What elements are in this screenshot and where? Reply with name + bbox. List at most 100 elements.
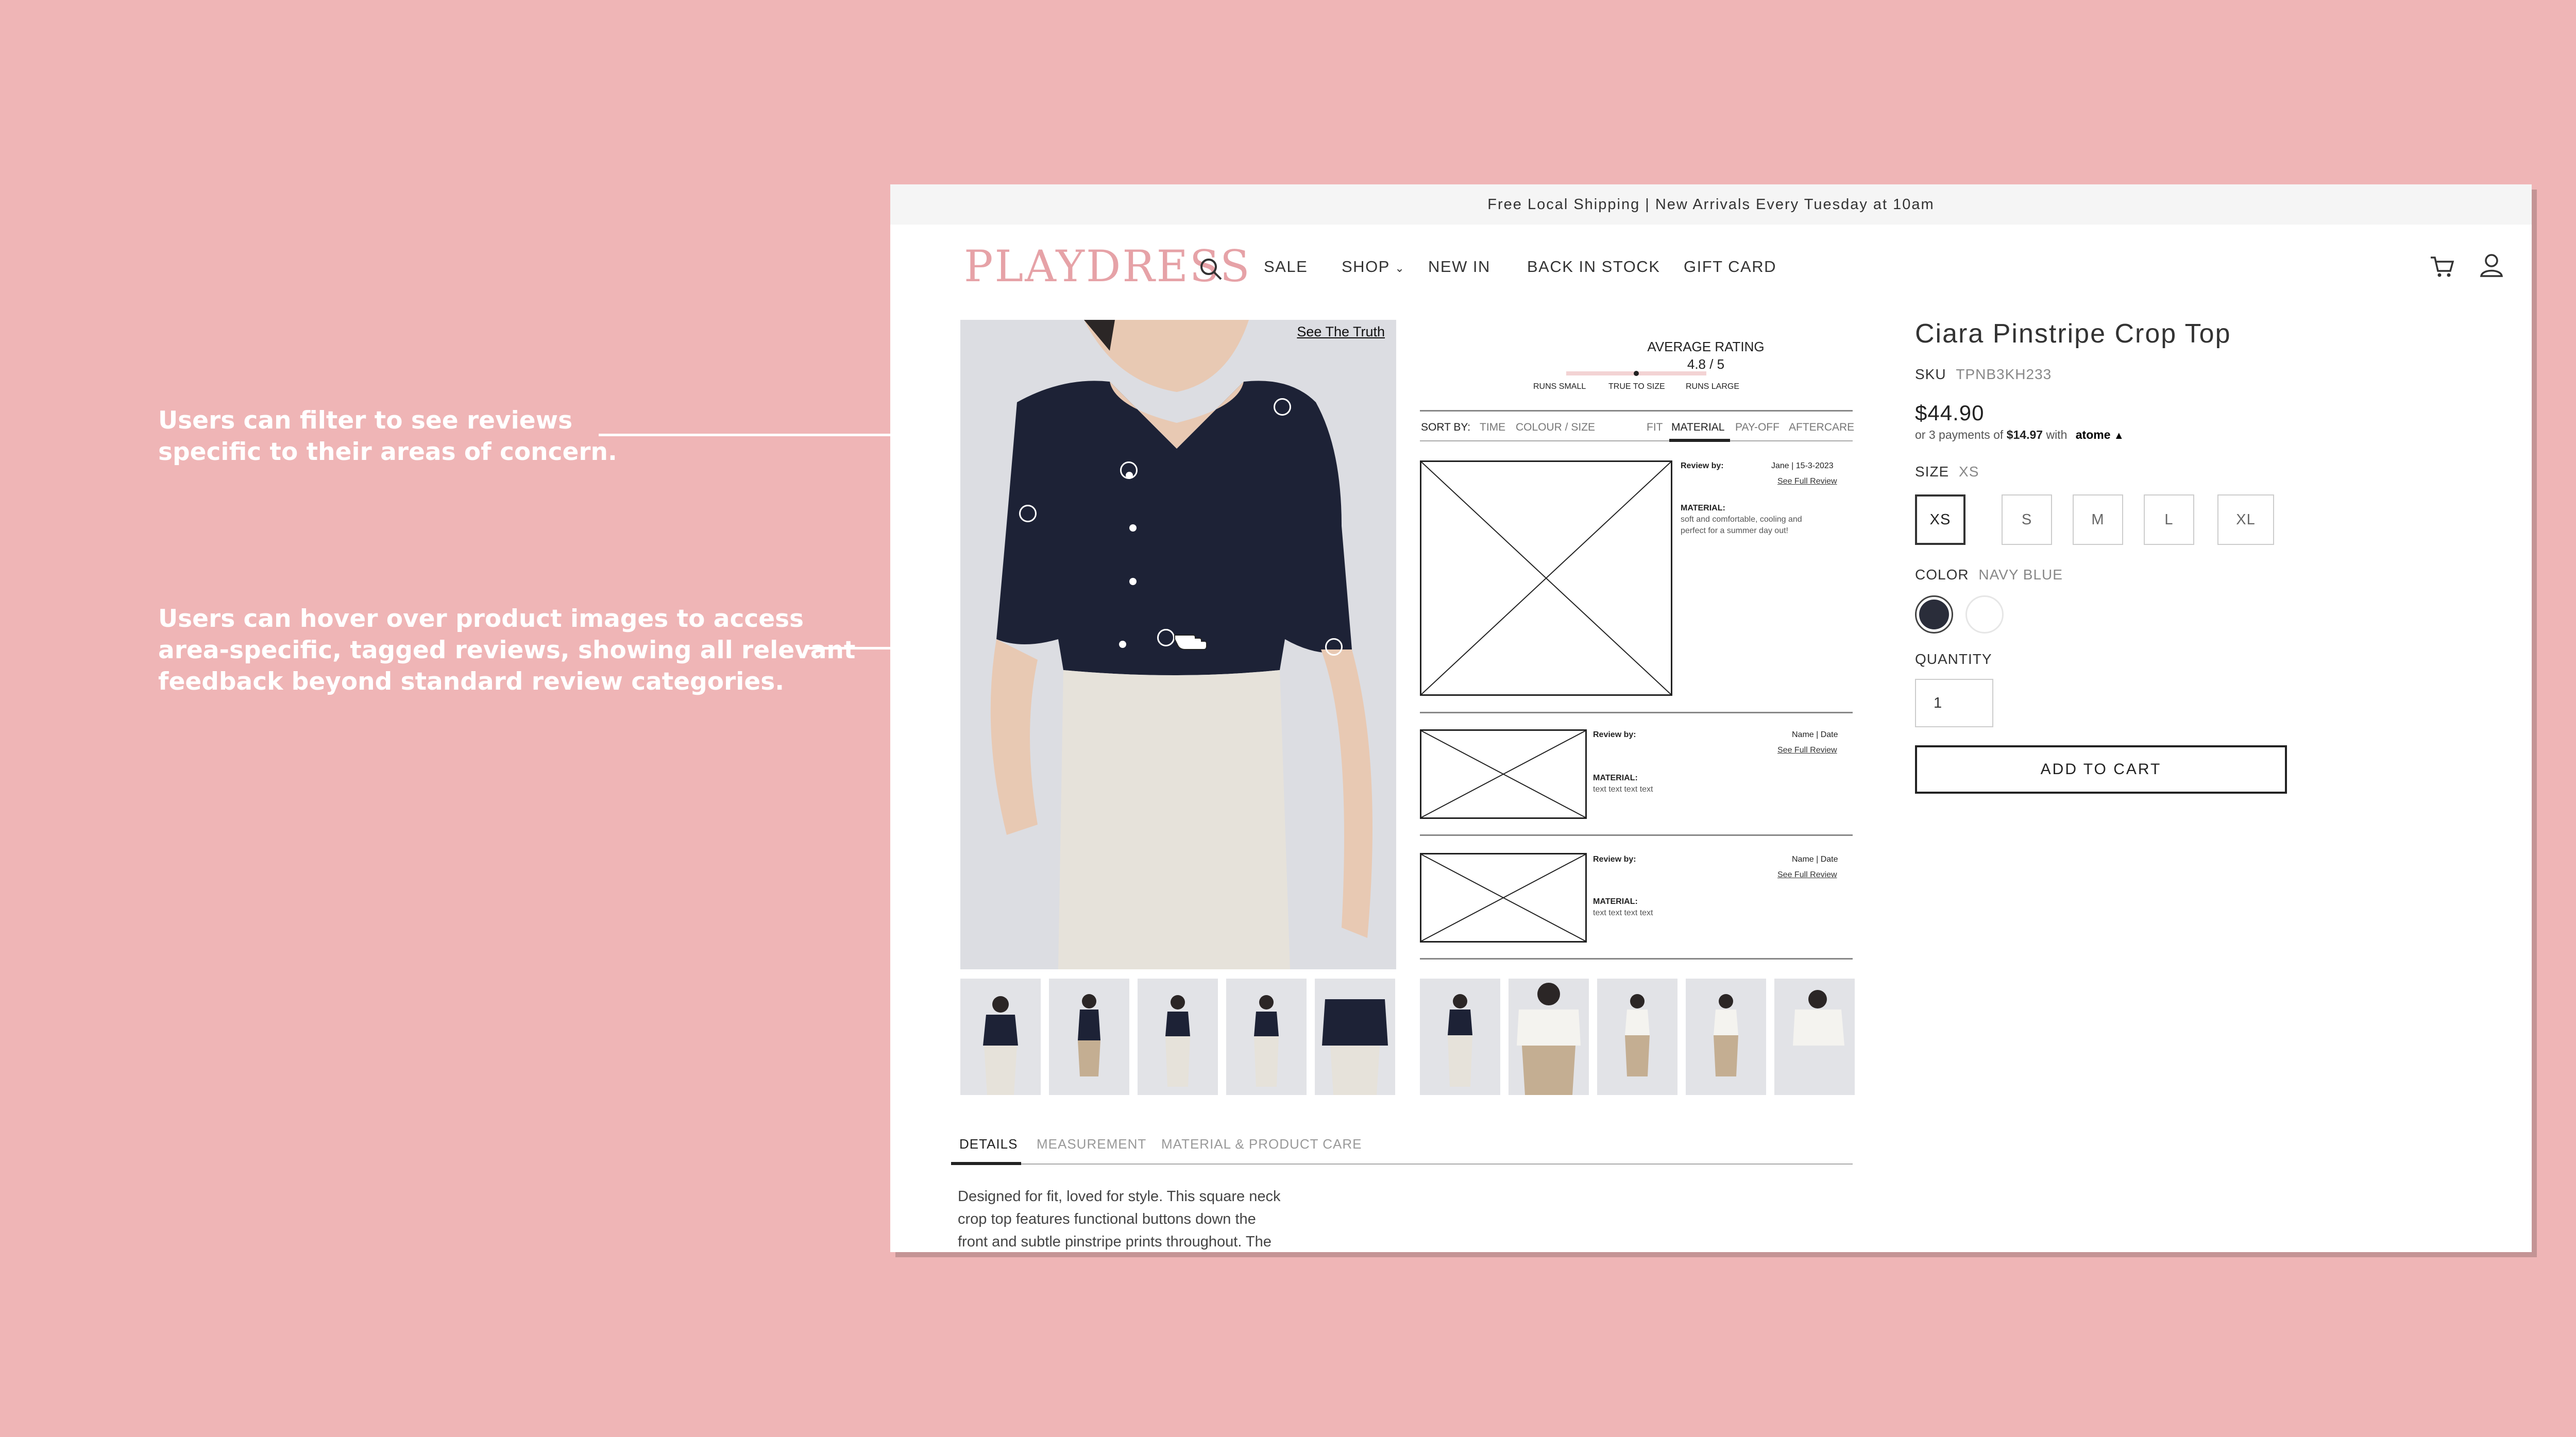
size-option-l[interactable]: L <box>2144 494 2194 545</box>
filter-fit[interactable]: FIT <box>1647 421 1663 434</box>
filter-material[interactable]: MATERIAL <box>1671 421 1724 434</box>
review-tag: MATERIAL: <box>1681 504 1725 512</box>
annotation-line: specific to their areas of concern. <box>158 438 617 466</box>
color-label: COLOR NAVY BLUE <box>1915 567 2063 583</box>
size-option-m[interactable]: M <box>2073 494 2123 545</box>
search-icon[interactable] <box>1198 256 1223 281</box>
add-to-cart-button[interactable]: ADD TO CART <box>1915 745 2287 794</box>
average-rating-title: AVERAGE RATING <box>1647 339 1765 354</box>
description-line: front and subtle pinstripe prints throug… <box>958 1234 1272 1250</box>
price: $44.90 <box>1915 401 1985 425</box>
product-description: Designed for fit, loved for style. This … <box>958 1185 1318 1252</box>
review-by-label: Review by: <box>1681 461 1724 470</box>
nav-new-in[interactable]: NEW IN <box>1428 258 1490 276</box>
fit-slider-marker <box>1634 371 1639 376</box>
active-filter-indicator <box>1669 439 1730 442</box>
review-photo-thumbnail[interactable] <box>1509 979 1589 1095</box>
review-hotspot[interactable] <box>1157 629 1175 646</box>
average-rating-value: 4.8 / 5 <box>1687 356 1725 372</box>
tab-material-product-care[interactable]: MATERIAL & PRODUCT CARE <box>1161 1136 1362 1152</box>
quantity-input[interactable]: 1 <box>1915 679 1993 727</box>
description-line: crop top features functional buttons dow… <box>958 1211 1256 1227</box>
nav-shop[interactable]: SHOP ⌄ <box>1342 258 1405 276</box>
nav-gift-card[interactable]: GIFT CARD <box>1684 258 1776 276</box>
account-icon[interactable] <box>2478 252 2505 279</box>
annotation-filter: Users can filter to see reviews specific… <box>158 405 617 468</box>
tab-details[interactable]: DETAILS <box>959 1136 1018 1152</box>
see-the-truth-link[interactable]: See The Truth <box>1297 324 1385 340</box>
nav-back-in-stock[interactable]: BACK IN STOCK <box>1527 258 1660 276</box>
divider <box>1420 834 1853 836</box>
hand-cursor-icon <box>1174 635 1207 650</box>
filter-pay-off[interactable]: PAY-OFF <box>1735 421 1780 434</box>
review-image-placeholder[interactable] <box>1420 853 1587 943</box>
sku-label: SKU <box>1915 366 1946 382</box>
review-text: perfect for a summer day out! <box>1681 526 1788 535</box>
fit-label-true: TRUE TO SIZE <box>1608 382 1665 391</box>
installment-brand[interactable]: atome <box>2076 428 2111 441</box>
image-placeholder-icon <box>1421 730 1586 818</box>
review-hotspot[interactable] <box>1325 638 1343 656</box>
nav-sale[interactable]: SALE <box>1264 258 1308 276</box>
sort-option-colour-size[interactable]: COLOUR / SIZE <box>1516 421 1595 434</box>
color-swatch-fill <box>1919 600 1949 629</box>
image-placeholder-icon <box>1421 854 1586 942</box>
see-full-review-link[interactable]: See Full Review <box>1777 870 1837 880</box>
see-full-review-link[interactable]: See Full Review <box>1777 477 1837 486</box>
active-tab-indicator <box>951 1162 1021 1165</box>
annotation-line: feedback beyond standard review categori… <box>158 668 785 696</box>
installment-prefix: or 3 payments of <box>1915 428 2004 441</box>
gallery-thumbnail[interactable] <box>1226 979 1307 1095</box>
annotation-hover: Users can hover over product images to a… <box>158 603 855 697</box>
gallery-thumbnail[interactable] <box>960 979 1041 1095</box>
size-option-xl[interactable]: XL <box>2217 494 2274 545</box>
review-photo-thumbnail[interactable] <box>1774 979 1855 1095</box>
fit-label-large: RUNS LARGE <box>1686 382 1740 391</box>
size-option-xs[interactable]: XS <box>1915 494 1965 545</box>
review-by-label: Review by: <box>1593 855 1636 864</box>
review-photo-thumbnail[interactable] <box>1420 979 1500 1095</box>
tabs-underline <box>951 1164 1853 1165</box>
divider <box>1420 712 1853 713</box>
description-line: Designed for fit, loved for style. This … <box>958 1188 1281 1205</box>
installment-with: with <box>2046 428 2067 441</box>
color-swatch-white[interactable] <box>1965 595 2004 634</box>
review-hotspot[interactable] <box>1274 398 1291 416</box>
size-selected: XS <box>1959 464 1979 480</box>
gallery-thumbnail[interactable] <box>1138 979 1218 1095</box>
main-product-image[interactable]: See The Truth <box>960 320 1396 969</box>
color-selected: NAVY BLUE <box>1978 567 2063 583</box>
review-meta: Jane | 15-3-2023 <box>1771 461 1834 470</box>
review-image-placeholder[interactable] <box>1420 460 1672 696</box>
size-option-s[interactable]: S <box>2002 494 2052 545</box>
size-label-text: SIZE <box>1915 464 1950 480</box>
sort-option-time[interactable]: TIME <box>1480 421 1505 434</box>
review-text: text text text text <box>1593 909 1653 917</box>
annotation-line: area-specific, tagged reviews, showing a… <box>158 636 856 664</box>
divider <box>1420 410 1853 412</box>
fit-label-small: RUNS SMALL <box>1533 382 1586 391</box>
see-full-review-link[interactable]: See Full Review <box>1777 746 1837 755</box>
image-placeholder-icon <box>1421 461 1671 695</box>
atome-icon: ▲ <box>2113 430 2124 441</box>
review-hotspot[interactable] <box>1019 505 1037 522</box>
gallery-thumbnail[interactable] <box>1049 979 1129 1095</box>
review-hotspot[interactable] <box>1120 461 1138 479</box>
sku: SKU TPNB3KH233 <box>1915 366 2052 383</box>
color-swatch-navy[interactable] <box>1915 595 1953 634</box>
filter-aftercare[interactable]: AFTERCARE <box>1789 421 1854 434</box>
review-image-placeholder[interactable] <box>1420 729 1587 819</box>
sort-by-label: SORT BY: <box>1421 421 1471 433</box>
review-by-label: Review by: <box>1593 730 1636 739</box>
review-photo-thumbnail[interactable] <box>1686 979 1766 1095</box>
sku-value: TPNB3KH233 <box>1956 366 2052 382</box>
review-meta: Name | Date <box>1792 730 1838 739</box>
cart-icon[interactable] <box>2429 253 2455 280</box>
divider <box>1420 958 1853 960</box>
product-page: Free Local Shipping | New Arrivals Every… <box>890 184 2532 1252</box>
size-label: SIZE XS <box>1915 464 1979 480</box>
gallery-thumbnail[interactable] <box>1315 979 1395 1095</box>
color-label-text: COLOR <box>1915 567 1969 583</box>
review-photo-thumbnail[interactable] <box>1597 979 1677 1095</box>
tab-measurement[interactable]: MEASUREMENT <box>1037 1136 1146 1152</box>
